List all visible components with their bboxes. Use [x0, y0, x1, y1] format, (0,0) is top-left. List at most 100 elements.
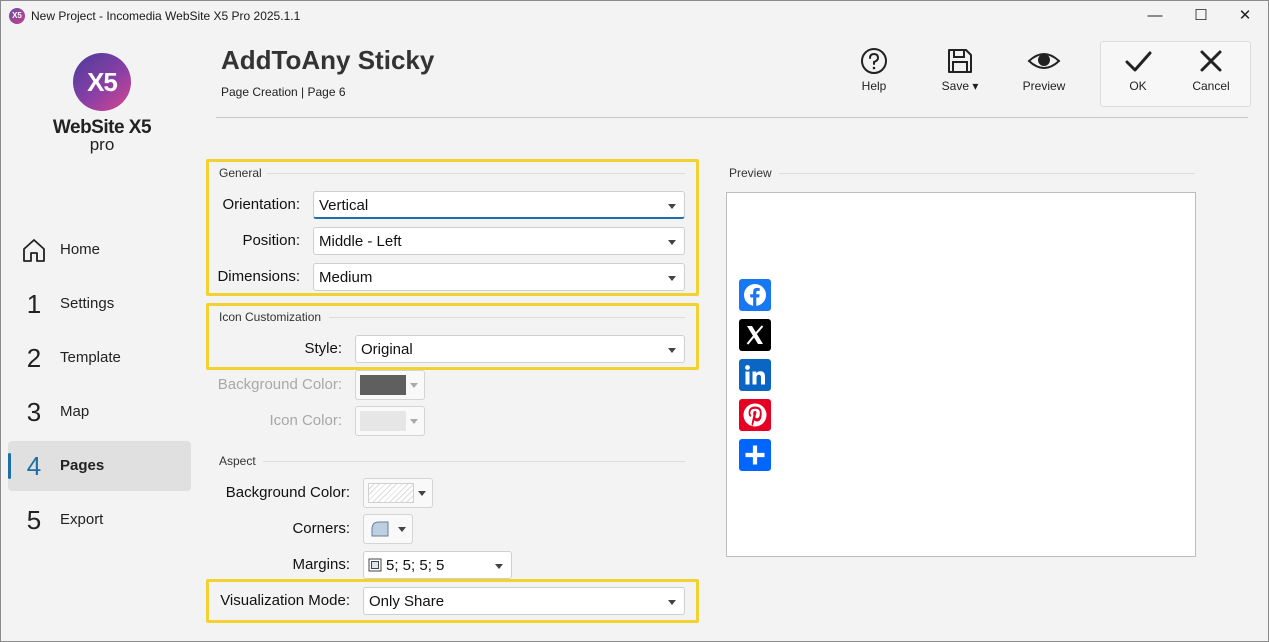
orientation-select[interactable]: Vertical: [313, 191, 685, 219]
chevron-down-icon: [410, 419, 418, 424]
style-value: Original: [361, 341, 413, 358]
help-label: Help: [861, 79, 887, 93]
preview-panel: [726, 192, 1196, 557]
aspect-bg-color-label: Background Color:: [225, 484, 350, 501]
close-window-button[interactable]: ✕: [1222, 1, 1268, 33]
position-select[interactable]: Middle - Left: [313, 227, 685, 255]
nav-label-pages: Pages: [60, 457, 105, 474]
style-label: Style:: [304, 340, 342, 357]
ok-label: OK: [1129, 79, 1147, 93]
visualization-mode-select[interactable]: Only Share: [363, 587, 685, 615]
nav-label-export: Export: [60, 511, 104, 528]
nav-label-home: Home: [60, 241, 101, 258]
transparent-swatch: [368, 483, 414, 503]
nav-number: 4: [26, 451, 42, 481]
nav-item-pages[interactable]: 4 Pages: [8, 441, 191, 491]
rounded-corner-icon: [371, 521, 389, 537]
chevron-down-icon: [668, 204, 676, 209]
section-rule: [329, 317, 685, 318]
linkedin-icon: [739, 359, 771, 391]
nav-item-home[interactable]: Home: [8, 225, 191, 275]
save-button[interactable]: Save ▾: [935, 47, 985, 93]
nav-number: 2: [26, 343, 42, 373]
dimensions-select[interactable]: Medium: [313, 263, 685, 291]
save-icon: [948, 49, 972, 73]
orientation-value: Vertical: [319, 197, 369, 214]
chevron-down-icon: [668, 240, 676, 245]
pinterest-icon: [739, 399, 771, 431]
page-title: AddToAny Sticky: [221, 45, 435, 75]
help-icon: [861, 48, 887, 74]
window-title: New Project - Incomedia WebSite X5 Pro 2…: [31, 9, 301, 23]
active-indicator: [8, 453, 11, 479]
section-preview: Preview: [729, 166, 772, 180]
color-swatch: [360, 375, 406, 395]
preview-button[interactable]: Preview: [1017, 47, 1071, 93]
nav-label-map: Map: [60, 403, 90, 420]
ok-button[interactable]: OK: [1116, 47, 1160, 93]
section-rule: [263, 461, 685, 462]
help-button[interactable]: Help: [853, 47, 895, 93]
margins-label: Margins:: [292, 556, 350, 573]
margins-value: 5; 5; 5; 5: [386, 557, 445, 574]
visualization-mode-value: Only Share: [369, 593, 445, 610]
nav-item-template[interactable]: 2 Template: [8, 333, 191, 383]
section-rule: [267, 173, 685, 174]
save-label: Save ▾: [941, 79, 979, 93]
dimensions-value: Medium: [319, 269, 373, 286]
brand-edition: pro: [89, 135, 115, 154]
icon-bg-color-label: Background Color:: [217, 376, 342, 393]
chevron-down-icon: [410, 383, 418, 388]
position-value: Middle - Left: [319, 233, 402, 250]
chevron-down-icon: [398, 527, 406, 532]
home-icon: [23, 239, 45, 262]
x-icon: [739, 319, 771, 351]
minimize-button[interactable]: —: [1132, 1, 1178, 33]
breadcrumb: Page Creation | Page 6: [221, 85, 346, 99]
visualization-mode-label: Visualization Mode:: [220, 592, 350, 609]
icon-color-picker[interactable]: [355, 406, 425, 436]
share-icon: [739, 439, 771, 471]
icon-color-label: Icon Color:: [269, 412, 342, 429]
chevron-down-icon: [668, 600, 676, 605]
orientation-label: Orientation:: [222, 196, 300, 213]
icon-bg-color-picker[interactable]: [355, 370, 425, 400]
nav-number: 1: [26, 289, 42, 319]
maximize-button[interactable]: ☐: [1178, 1, 1224, 33]
chevron-down-icon: [668, 276, 676, 281]
cancel-label: Cancel: [1192, 79, 1230, 93]
nav-item-export[interactable]: 5 Export: [8, 495, 191, 545]
dimensions-label: Dimensions:: [217, 268, 300, 285]
margins-input[interactable]: 5; 5; 5; 5: [363, 551, 512, 579]
chevron-down-icon: [668, 348, 676, 353]
preview-label: Preview: [1022, 79, 1066, 93]
margins-icon: [368, 558, 382, 572]
nav-item-map[interactable]: 3 Map: [8, 387, 191, 437]
nav-number: 3: [26, 397, 42, 427]
nav-item-settings[interactable]: 1 Settings: [8, 279, 191, 329]
chevron-down-icon: [418, 491, 426, 496]
app-icon: X5: [9, 8, 25, 24]
checkmark-icon: [1125, 51, 1152, 72]
eye-icon: [1027, 53, 1061, 69]
section-rule: [779, 173, 1195, 174]
aspect-bg-color-picker[interactable]: [363, 478, 433, 508]
color-swatch: [360, 411, 406, 431]
chevron-down-icon: [495, 564, 503, 569]
nav-number: 5: [26, 505, 42, 535]
nav-label-template: Template: [60, 349, 121, 366]
corners-picker[interactable]: [363, 514, 413, 544]
section-icon-customization: Icon Customization: [219, 310, 322, 324]
position-label: Position:: [242, 232, 300, 249]
title-bar: X5 New Project - Incomedia WebSite X5 Pr…: [1, 1, 1268, 33]
section-general: General: [219, 166, 262, 180]
nav-label-settings: Settings: [60, 295, 115, 312]
app-window: X5 New Project - Incomedia WebSite X5 Pr…: [0, 0, 1269, 642]
cancel-button[interactable]: Cancel: [1187, 47, 1235, 93]
style-select[interactable]: Original: [355, 335, 685, 363]
cancel-x-icon: [1200, 50, 1222, 72]
header-divider: [216, 117, 1248, 118]
facebook-icon: [739, 279, 771, 311]
app-logo: X5: [73, 53, 131, 111]
corners-label: Corners:: [292, 520, 350, 537]
